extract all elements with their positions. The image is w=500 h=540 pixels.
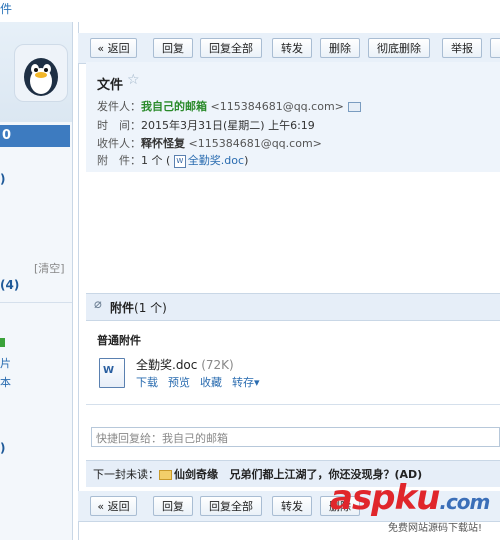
- download-link[interactable]: 下载: [136, 376, 158, 389]
- sidebar-item-active[interactable]: 0: [0, 125, 70, 147]
- sidebar: 0 ) [清空] (4) 片 本 ): [0, 22, 73, 540]
- favorite-link[interactable]: 收藏: [200, 376, 222, 389]
- to-row: 收件人：释怀怪复 <115384681@qq.com>: [97, 135, 322, 151]
- next-unread-sender[interactable]: 仙剑奇缘: [174, 468, 218, 481]
- to-label: 收件人：: [97, 137, 141, 150]
- to-address: <115384681@qq.com>: [188, 137, 322, 150]
- watermark-caption: 免费网站源码下载站!: [388, 523, 483, 534]
- star-icon[interactable]: ☆: [127, 72, 140, 88]
- paperclip-icon: ⌀: [94, 297, 102, 312]
- forward-button[interactable]: 转发: [272, 38, 312, 58]
- mail-subject: 文件: [97, 78, 124, 93]
- attachment-link[interactable]: 全勤奖.doc: [188, 154, 244, 167]
- attachment-file-size: (72K): [201, 358, 234, 372]
- attachment-file-name[interactable]: 全勤奖.doc: [136, 358, 197, 372]
- green-icon: [0, 338, 5, 347]
- next-unread-label: 下一封未读：: [93, 468, 159, 481]
- envelope-icon: [159, 470, 172, 480]
- word-doc-icon: W: [173, 154, 186, 168]
- sidebar-link[interactable]: 本: [0, 374, 11, 390]
- time-row: 时 间：2015年3月31日(星期二) 上午6:19: [97, 117, 315, 133]
- word-doc-icon[interactable]: W: [99, 358, 125, 388]
- sidebar-count[interactable]: (4): [0, 278, 19, 292]
- back-button[interactable]: « 返回: [90, 38, 137, 58]
- from-label: 发件人：: [97, 100, 141, 113]
- reply-all-button[interactable]: 回复全部: [200, 38, 262, 58]
- reply-button[interactable]: 回复: [153, 496, 193, 516]
- top-strip: 件: [0, 0, 500, 22]
- contact-card-icon[interactable]: [347, 102, 361, 112]
- delete-button[interactable]: 删除: [320, 38, 360, 58]
- reply-button[interactable]: 回复: [153, 38, 193, 58]
- avatar-area: [0, 22, 72, 122]
- more-button[interactable]: [490, 38, 500, 58]
- breadcrumb[interactable]: 件: [0, 0, 12, 17]
- sidebar-divider: [0, 302, 72, 303]
- to-name[interactable]: 释怀怪复: [141, 137, 185, 150]
- from-row: 发件人：我自己的邮箱 <115384681@qq.com>: [97, 98, 361, 114]
- from-address: <115384681@qq.com>: [210, 100, 344, 113]
- attachment-file: 全勤奖.doc (72K): [136, 356, 234, 373]
- sidebar-item[interactable]: ): [0, 441, 5, 455]
- attachment-count-suffix: ): [244, 154, 249, 167]
- reply-all-button[interactable]: 回复全部: [200, 496, 262, 516]
- clear-button[interactable]: [清空]: [34, 260, 65, 276]
- time-value: 2015年3月31日(星期二) 上午6:19: [141, 119, 315, 132]
- from-name[interactable]: 我自己的邮箱: [141, 100, 207, 113]
- delete-permanent-button[interactable]: 彻底删除: [368, 38, 430, 58]
- toolbar-top: « 返回 回复 回复全部 转发 删除 彻底删除 举报: [78, 33, 500, 64]
- attachment-label: 附 件：: [97, 154, 141, 167]
- preview-link[interactable]: 预览: [168, 376, 190, 389]
- attachment-count: 1 个 (: [141, 154, 171, 167]
- normal-attachments-label: 普通附件: [97, 334, 141, 347]
- penguin-icon: [24, 58, 58, 96]
- avatar[interactable]: [14, 44, 68, 102]
- report-button[interactable]: 举报: [442, 38, 482, 58]
- divider: [86, 404, 500, 405]
- quick-reply-placeholder: 快捷回复给：我自己的邮箱: [96, 432, 228, 445]
- back-button[interactable]: « 返回: [90, 496, 137, 516]
- sidebar-item[interactable]: ): [0, 172, 5, 186]
- attachment-row: 附 件：1 个 ( W 全勤奖.doc): [97, 152, 248, 168]
- forward-button[interactable]: 转发: [272, 496, 312, 516]
- time-label: 时 间：: [97, 119, 141, 132]
- attachments-title: 附件(1 个): [110, 301, 167, 315]
- attachment-actions: 下载 预览 收藏 转存▾: [136, 374, 270, 390]
- sidebar-link[interactable]: 片: [0, 355, 11, 371]
- save-to-link[interactable]: 转存▾: [232, 376, 260, 389]
- watermark-logo: aspku.com: [330, 478, 490, 518]
